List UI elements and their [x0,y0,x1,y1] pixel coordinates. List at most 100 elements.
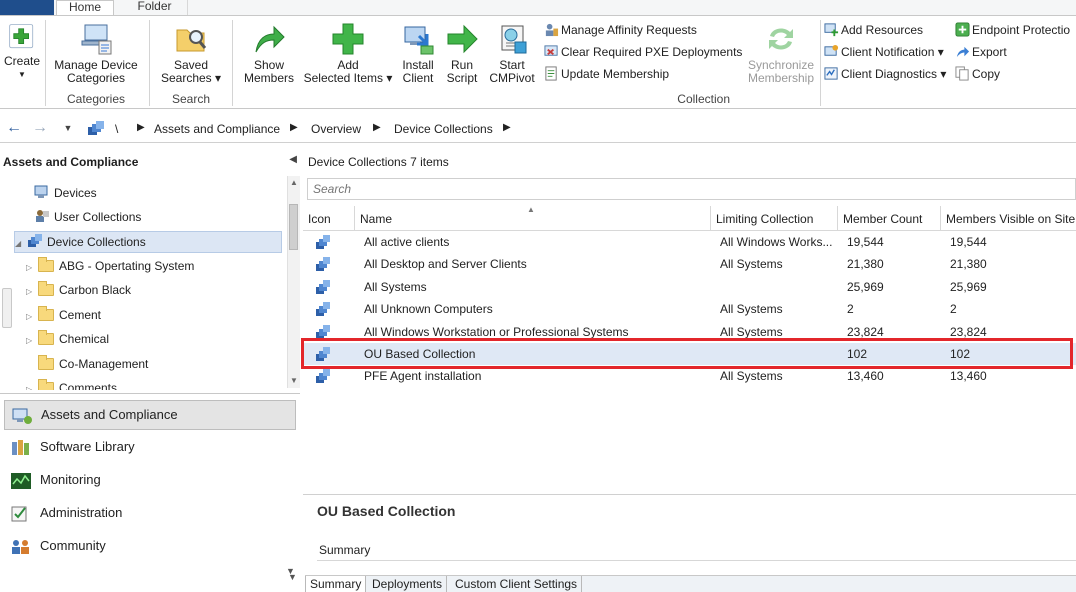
back-arrow-icon[interactable]: ← [4,120,24,138]
add-selected-items-button[interactable]: Add Selected Items ▾ [302,20,394,85]
collapse-pane-icon[interactable]: ◀ [289,154,297,165]
history-dropdown-icon[interactable]: ▼ [58,120,78,138]
ribbon-separator [149,20,150,106]
scroll-down-icon[interactable]: ▼ [286,566,295,576]
tab-home[interactable]: Home [56,0,114,15]
search-input[interactable] [308,179,1075,199]
show-members-button[interactable]: Show Members [238,20,300,85]
saved-searches-label-2: Searches ▾ [160,71,222,85]
clear-required-pxe-button[interactable]: Clear Required PXE Deployments [544,44,742,62]
breadcrumb-root[interactable]: \ [115,122,118,136]
start-cmpivot-button[interactable]: Start CMPivot [486,20,538,85]
tree-folder-co-management[interactable]: Co-Management [38,354,148,376]
install-client-label-2: Client [402,71,434,85]
tree-collapsed-icon[interactable]: ▷ [26,331,38,351]
tree-expanded-icon[interactable]: ◢ [15,234,27,254]
manage-affinity-requests-button[interactable]: Manage Affinity Requests [544,22,697,40]
tree-collapsed-icon[interactable]: ▷ [26,258,38,278]
breadcrumb-device-collections[interactable]: Device Collections [394,122,493,136]
add-resources-button[interactable]: Add Resources [824,22,923,40]
manage-device-categories-button[interactable]: Manage Device Categories [48,20,144,85]
column-header-limiting-collection[interactable]: Limiting Collection [711,206,838,231]
client-notification-button[interactable]: Client Notification ▾ [824,44,944,62]
client-notification-icon [824,44,839,56]
copy-button[interactable]: Copy [955,66,1000,84]
client-diagnostics-label: Client Diagnostics ▾ [841,67,947,81]
assets-and-compliance-icon [12,408,32,424]
table-row[interactable]: All active clients All Windows Works... 19… [303,231,1076,253]
run-script-arrow-icon [447,24,478,54]
install-client-button[interactable]: Install Client [396,20,440,85]
synchronize-membership-button[interactable]: Synchronize Membership [744,20,818,85]
manage-device-categories-label-2: Categories [66,71,126,85]
column-header-icon[interactable]: Icon [303,206,355,231]
cell-visible: 19,544 [950,235,987,249]
cmpivot-icon [501,25,527,54]
list-pane-title-text: Device Collections [308,155,407,169]
workspace-label: Software Library [40,439,135,454]
workspace-assets-and-compliance[interactable]: Assets and Compliance [4,400,296,430]
column-header-name[interactable]: Name ▲ [355,206,711,231]
tab-summary[interactable]: Summary [305,576,367,592]
table-row[interactable]: All Systems 25,969 25,969 [303,276,1076,298]
device-collection-icon [316,369,330,384]
column-header-member-count[interactable]: Member Count [838,206,941,231]
details-summary-heading: Summary [319,543,371,557]
tab-folder[interactable]: Folder [122,0,188,15]
cell-visible: 21,380 [950,257,987,272]
scroll-up-icon[interactable]: ▲ [290,178,298,187]
breadcrumb-assets-and-compliance[interactable]: Assets and Compliance [154,122,280,136]
tree-item-user-collections[interactable]: User Collections [34,207,141,229]
tree-collapsed-icon[interactable]: ▷ [26,307,38,327]
export-button[interactable]: Export [955,44,1007,62]
tree-item-label: Cement [59,308,102,322]
show-members-arrow-icon [255,25,285,53]
run-script-button[interactable]: Run Script [442,20,482,85]
pane-splitter-handle[interactable] [2,288,12,328]
table-row[interactable]: All Unknown Computers All Systems 2 2 [303,298,1076,320]
ribbon: Create ▼ Manage Device Categories Catego… [0,15,1076,109]
workspace-label: Administration [40,505,123,520]
list-pane-header: Device Collections 7 items [303,150,1076,172]
saved-searches-icon [176,29,207,52]
workspace-community[interactable]: Community [4,532,296,562]
folder-icon [38,257,54,272]
tree-folder-chemical[interactable]: ▷ Chemical [26,329,109,351]
update-membership-icon [545,66,557,81]
update-membership-button[interactable]: Update Membership [544,66,669,84]
scroll-down-icon[interactable]: ▼ [290,376,298,385]
endpoint-protection-button[interactable]: Endpoint Protectio [955,22,1070,40]
install-client-icon [404,26,434,55]
table-row[interactable]: All Desktop and Server Clients All System… [303,253,1076,275]
cell-count: 25,969 [847,279,884,294]
workspace-software-library[interactable]: Software Library [4,433,296,463]
tab-deployments[interactable]: Deployments [368,576,448,592]
tree-item-devices[interactable]: Devices [34,183,97,205]
cell-name: All Desktop and Server Clients [364,257,527,272]
application-menu-button[interactable] [0,0,54,15]
tree-item-device-collections[interactable]: ◢ Device Collections [14,231,282,253]
group-label-search: Search [171,92,211,106]
breadcrumb-overview[interactable]: Overview [311,122,361,136]
create-button[interactable]: Create ▼ [2,20,42,81]
search-box[interactable] [307,178,1076,200]
client-notification-label: Client Notification ▾ [841,45,944,59]
copy-icon [955,66,969,81]
tree-folder-carbon-black[interactable]: ▷ Carbon Black [26,280,131,302]
tab-custom-client-settings[interactable]: Custom Client Settings [451,576,583,592]
forward-arrow-icon[interactable]: → [30,120,50,138]
workspace-monitoring[interactable]: Monitoring [4,466,296,496]
copy-label: Copy [972,67,1001,81]
saved-searches-button[interactable]: Saved Searches ▾ [153,20,229,85]
tree-collapsed-icon[interactable]: ▷ [26,282,38,302]
tree-folder-cement[interactable]: ▷ Cement [26,305,101,327]
tree-folder-comments[interactable]: ▷ Comments [26,378,117,390]
endpoint-protection-icon [955,22,970,37]
tree-collapsed-icon[interactable]: ▷ [26,380,38,390]
cell-name: All Systems [364,279,427,294]
tree-scrollbar-thumb[interactable] [289,204,298,250]
workspace-administration[interactable]: Administration [4,499,296,529]
tree-folder-abg-operating-system[interactable]: ▷ ABG - Opertating System [26,256,194,278]
column-header-members-visible[interactable]: Members Visible on Site [941,206,1076,231]
client-diagnostics-button[interactable]: Client Diagnostics ▾ [824,66,946,84]
